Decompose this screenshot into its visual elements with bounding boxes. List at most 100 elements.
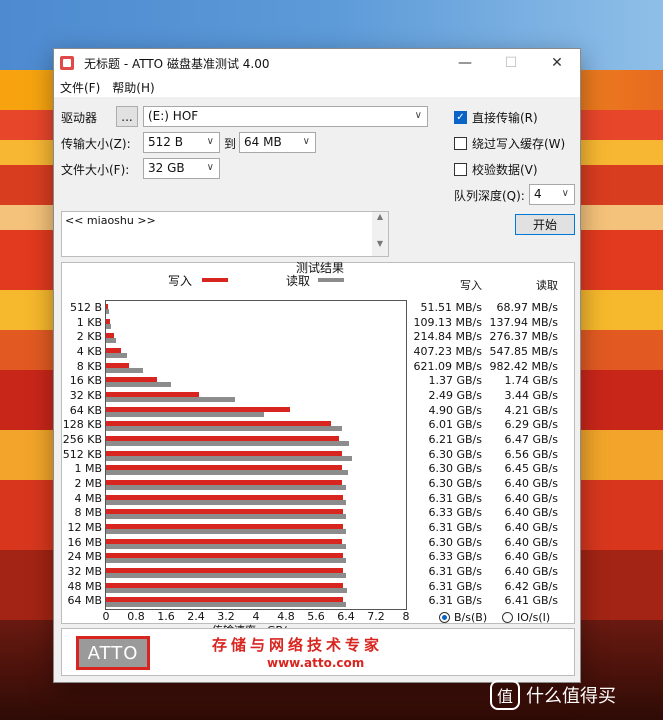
- bypass-cache-checkbox[interactable]: 绕过写入缓存(W): [454, 135, 565, 152]
- chevron-down-icon: ∨: [206, 162, 214, 173]
- read-bar: [106, 499, 346, 505]
- write-value: 6.30 GB/s: [428, 462, 483, 476]
- y-tick-label: 64 MB: [67, 594, 102, 608]
- transfer-from-value: 512 B: [148, 135, 183, 149]
- x-tick-label: 5.6: [307, 610, 325, 623]
- read-bar: [106, 543, 346, 549]
- legend-write-label: 写入: [168, 274, 193, 288]
- chevron-down-icon: ∨: [561, 188, 569, 199]
- write-value: 621.09 MB/s: [413, 359, 482, 373]
- read-value: 6.29 GB/s: [504, 418, 559, 432]
- scroll-up-icon[interactable]: ▲: [372, 212, 388, 221]
- close-button[interactable]: ✕: [534, 49, 580, 77]
- menu-help[interactable]: 帮助(H): [106, 79, 160, 96]
- chevron-down-icon: ∨: [414, 110, 422, 121]
- y-tick-label: 4 KB: [76, 345, 102, 358]
- read-value: 547.85 MB/s: [489, 345, 558, 358]
- read-bar: [106, 382, 172, 388]
- read-bar: [106, 353, 127, 358]
- banner-url[interactable]: www.atto.com: [267, 656, 364, 670]
- memo-scrollbar[interactable]: ▲ ▼: [372, 212, 388, 256]
- write-value: 407.23 MB/s: [413, 345, 482, 358]
- y-tick-label: 64 KB: [69, 403, 102, 417]
- radio-icon: [502, 612, 513, 623]
- read-value: 6.56 GB/s: [504, 447, 559, 461]
- file-size-select[interactable]: 32 GB ∨: [143, 158, 220, 179]
- atto-window: 无标题 - ATTO 磁盘基准测试 4.00 — ☐ ✕ 文件(F) 帮助(H)…: [53, 48, 581, 683]
- x-tick-label: 8: [402, 610, 410, 623]
- queue-depth-label: 队列深度(Q):: [454, 189, 525, 203]
- read-bar: [106, 455, 352, 461]
- write-value: 2.49 GB/s: [428, 389, 483, 402]
- maximize-button[interactable]: ☐: [488, 49, 534, 77]
- radio-selected-icon: [439, 612, 450, 623]
- x-tick-label: 2.4: [187, 610, 205, 623]
- start-button[interactable]: 开始: [515, 214, 575, 235]
- transfer-to-select[interactable]: 64 MB ∨: [239, 132, 316, 153]
- direct-io-label: 直接传输(R): [472, 111, 538, 125]
- minimize-button[interactable]: —: [442, 49, 488, 77]
- transfer-from-select[interactable]: 512 B ∨: [143, 132, 220, 153]
- check-icon: ✓: [454, 111, 467, 124]
- x-tick-label: 1.6: [157, 610, 175, 623]
- x-tick-label: 6.4: [337, 610, 355, 623]
- verify-data-checkbox[interactable]: 校验数据(V): [454, 161, 538, 178]
- write-value: 51.51 MB/s: [420, 301, 482, 314]
- app-icon: [60, 56, 74, 70]
- queue-depth-value: 4: [534, 187, 542, 201]
- scroll-down-icon[interactable]: ▼: [372, 239, 388, 248]
- write-value: 6.30 GB/s: [428, 477, 483, 490]
- read-bar: [106, 367, 143, 373]
- read-bar: [106, 558, 346, 564]
- verify-data-label: 校验数据(V): [472, 163, 538, 177]
- unit-bytes-label: B/s(B): [454, 611, 488, 624]
- window-title: 无标题 - ATTO 磁盘基准测试 4.00: [84, 56, 270, 71]
- read-value: 6.40 GB/s: [504, 506, 559, 520]
- watermark-text: 什么值得买: [526, 686, 616, 707]
- chevron-down-icon: ∨: [302, 136, 310, 147]
- bypass-cache-label: 绕过写入缓存(W): [472, 137, 566, 151]
- unit-bytes-radio[interactable]: B/s(B): [439, 611, 487, 624]
- menu-file[interactable]: 文件(F): [54, 79, 106, 96]
- atto-banner: ATTO 存储与网络技术专家 www.atto.com: [61, 628, 575, 676]
- checkbox-box: [454, 163, 467, 176]
- y-tick-label: 512 KB: [62, 447, 102, 461]
- col-write-header: 写入: [460, 279, 482, 292]
- legend-read-label: 读取: [286, 274, 311, 288]
- browse-button[interactable]: ...: [116, 106, 138, 127]
- watermark-icon: 值: [490, 680, 520, 710]
- write-value: 1.37 GB/s: [428, 374, 483, 388]
- drive-select[interactable]: (E:) HOF ∨: [143, 106, 428, 127]
- read-bar: [106, 309, 109, 314]
- description-textarea[interactable]: << miaoshu >> ▲ ▼: [61, 211, 389, 257]
- watermark: 值 什么值得买: [490, 680, 616, 710]
- menu-bar: 文件(F) 帮助(H): [54, 77, 580, 97]
- read-value: 6.40 GB/s: [504, 565, 559, 578]
- unit-io-label: IO/s(I): [517, 611, 551, 624]
- y-tick-label: 256 KB: [62, 433, 102, 446]
- write-value: 4.90 GB/s: [428, 403, 483, 417]
- col-read-header: 读取: [536, 279, 558, 292]
- read-value: 6.40 GB/s: [504, 550, 559, 564]
- read-bar: [106, 441, 349, 446]
- read-value: 6.40 GB/s: [504, 535, 559, 549]
- drive-value: (E:) HOF: [148, 109, 199, 123]
- title-bar[interactable]: 无标题 - ATTO 磁盘基准测试 4.00 — ☐ ✕: [54, 49, 580, 77]
- y-tick-label: 32 KB: [69, 389, 102, 402]
- write-value: 6.31 GB/s: [428, 521, 483, 534]
- read-value: 68.97 MB/s: [496, 301, 558, 314]
- direct-io-checkbox[interactable]: ✓ 直接传输(R): [454, 109, 538, 126]
- checkbox-box: [454, 137, 467, 150]
- read-value: 1.74 GB/s: [504, 374, 559, 388]
- transfer-to-value: 64 MB: [244, 135, 282, 149]
- write-value: 6.33 GB/s: [428, 550, 483, 564]
- queue-depth-select[interactable]: 4 ∨: [529, 184, 575, 205]
- legend-write-swatch: [202, 278, 228, 282]
- read-value: 6.47 GB/s: [504, 433, 559, 446]
- y-tick-label: 48 MB: [67, 579, 102, 593]
- read-bar: [106, 587, 347, 593]
- unit-io-radio[interactable]: IO/s(I): [502, 611, 550, 624]
- read-value: 6.41 GB/s: [504, 594, 559, 608]
- chevron-down-icon: ∨: [206, 136, 214, 147]
- read-value: 6.45 GB/s: [504, 462, 559, 476]
